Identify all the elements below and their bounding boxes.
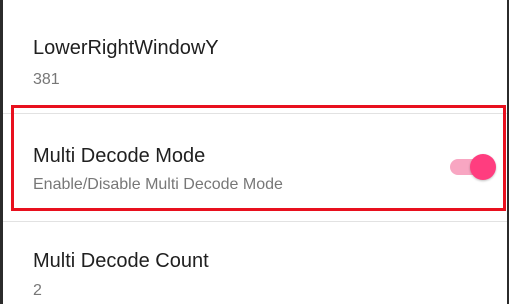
multi-decode-mode-toggle[interactable] xyxy=(450,154,496,180)
pref-title: LowerRightWindowY xyxy=(33,37,219,59)
pref-title: Multi Decode Count xyxy=(33,250,209,272)
pref-title: Multi Decode Mode xyxy=(33,145,206,167)
pref-summary: Enable/Disable Multi Decode Mode xyxy=(33,176,283,193)
pref-lower-right-window-y[interactable]: LowerRightWindowY 381 xyxy=(3,0,507,112)
pref-multi-decode-count[interactable]: Multi Decode Count 2 xyxy=(3,222,507,304)
toggle-thumb xyxy=(470,154,496,180)
settings-screen: LowerRightWindowY 381 Multi Decode Mode … xyxy=(0,0,509,304)
pref-summary: 381 xyxy=(33,71,60,88)
pref-multi-decode-mode[interactable]: Multi Decode Mode Enable/Disable Multi D… xyxy=(3,114,507,220)
pref-summary: 2 xyxy=(33,282,42,299)
